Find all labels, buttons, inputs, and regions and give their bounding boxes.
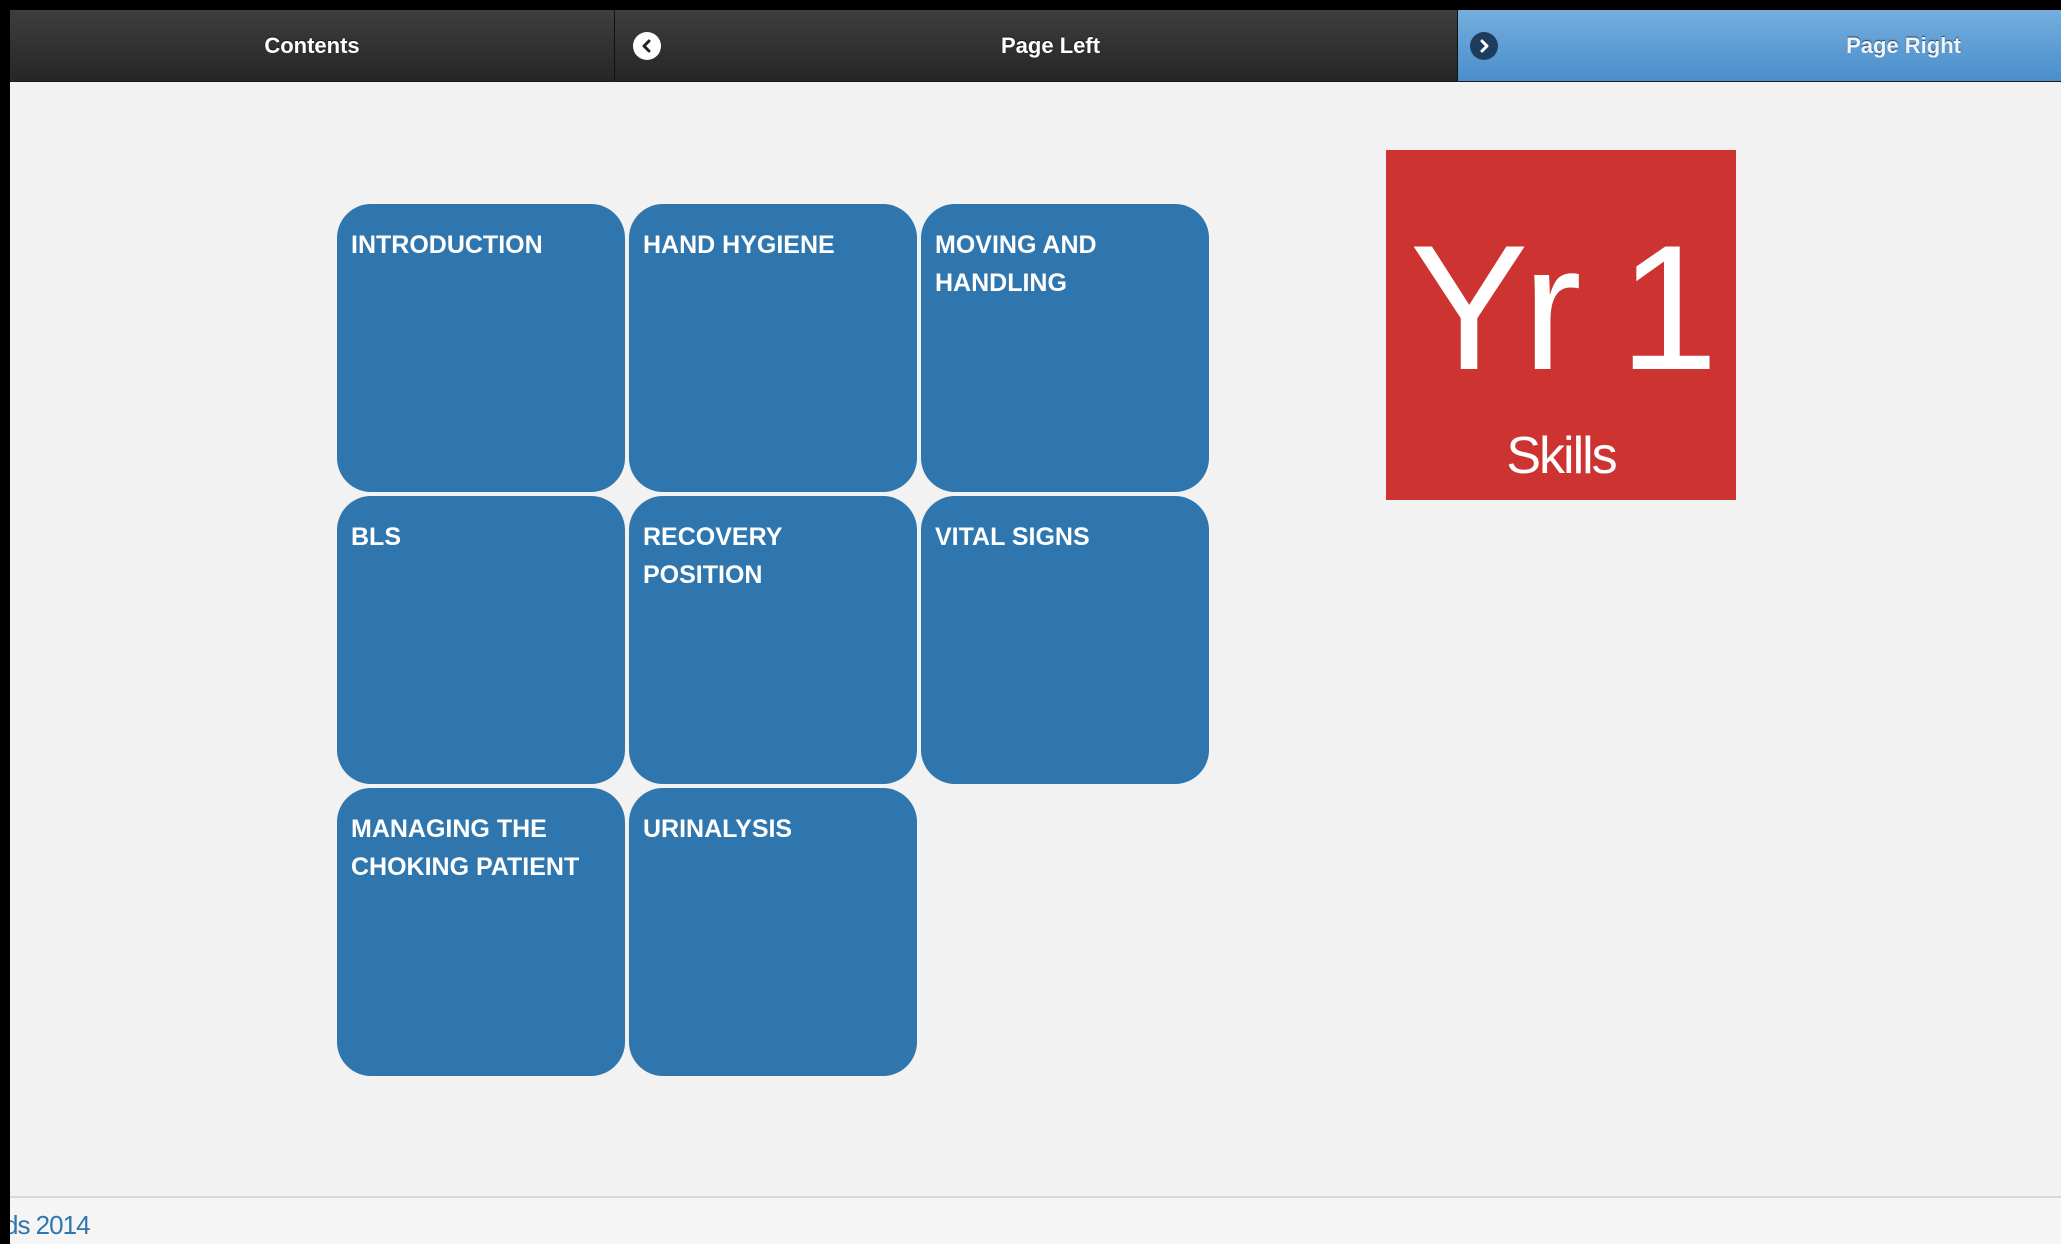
page-right-label: Page Right bbox=[1846, 32, 1961, 58]
topic-tile-grid: INTRODUCTION HAND HYGIENE MOVING AND HAN… bbox=[337, 204, 1209, 1076]
tile-urinalysis[interactable]: URINALYSIS bbox=[629, 788, 917, 1076]
tile-hand-hygiene[interactable]: HAND HYGIENE bbox=[629, 204, 917, 492]
tile-introduction[interactable]: INTRODUCTION bbox=[337, 204, 625, 492]
tile-title: MANAGING THE CHOKING PATIENT bbox=[351, 815, 580, 881]
tile-managing-the-choking-patient[interactable]: MANAGING THE CHOKING PATIENT bbox=[337, 788, 625, 1076]
yr1-skills-badge: Yr 1 Skills bbox=[1386, 150, 1736, 500]
page-right-button[interactable]: Page Right bbox=[1458, 10, 2061, 81]
tile-title: RECOVERY POSITION bbox=[643, 523, 782, 589]
tile-moving-and-handling[interactable]: MOVING AND HANDLING bbox=[921, 204, 1209, 492]
contents-button[interactable]: Contents bbox=[10, 10, 615, 81]
footer-bar: ds 2014 bbox=[10, 1196, 2061, 1244]
tile-title: BLS bbox=[351, 523, 401, 551]
page-left-label: Page Left bbox=[1001, 32, 1101, 58]
tile-recovery-position[interactable]: RECOVERY POSITION bbox=[629, 496, 917, 784]
tile-vital-signs[interactable]: VITAL SIGNS bbox=[921, 496, 1209, 784]
badge-skills-text: Skills bbox=[1506, 427, 1617, 485]
tile-title: VITAL SIGNS bbox=[935, 523, 1090, 551]
app-screen: Contents Page Left Page Right INTRODUCTI… bbox=[10, 10, 2061, 1244]
chevron-right-icon bbox=[1470, 32, 1498, 60]
tile-bls[interactable]: BLS bbox=[337, 496, 625, 784]
tile-title: HAND HYGIENE bbox=[643, 231, 835, 259]
top-nav-bar: Contents Page Left Page Right bbox=[10, 10, 2061, 82]
contents-label: Contents bbox=[264, 32, 360, 58]
chevron-left-icon bbox=[633, 32, 661, 60]
page-left-button[interactable]: Page Left bbox=[615, 10, 1458, 81]
tile-title: INTRODUCTION bbox=[351, 231, 543, 259]
badge-year-text: Yr 1 bbox=[1409, 208, 1718, 407]
tile-title: URINALYSIS bbox=[643, 815, 793, 843]
tile-title: MOVING AND HANDLING bbox=[935, 231, 1097, 297]
footer-copyright-text: ds 2014 bbox=[10, 1210, 91, 1240]
